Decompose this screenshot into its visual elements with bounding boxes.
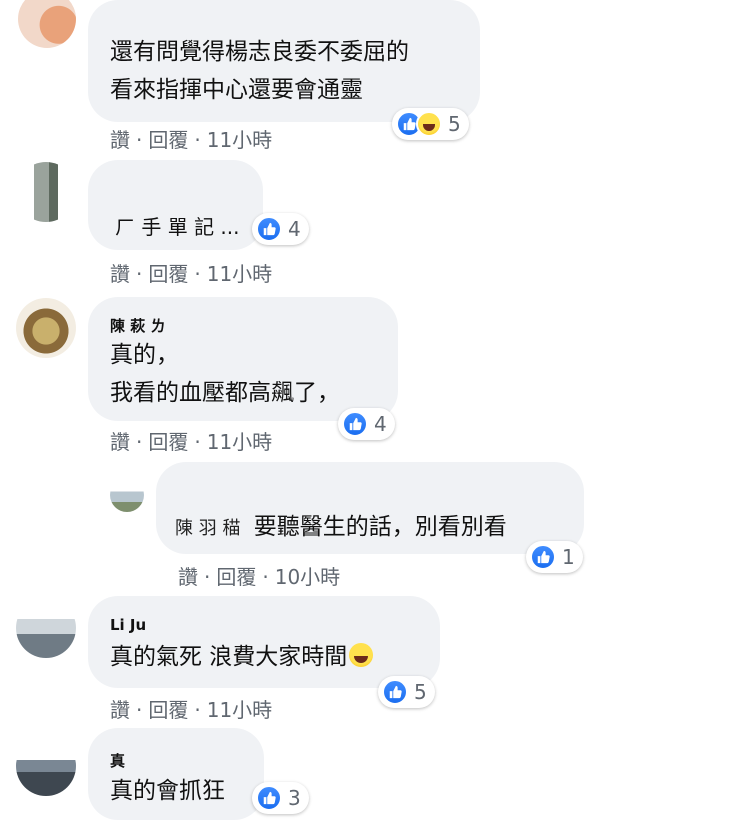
reply-link[interactable]: 回覆 [148,698,188,722]
separator-dot: · [204,565,211,589]
reaction-summary[interactable]: 5 [378,676,435,708]
like-link[interactable]: 讚 [110,262,130,286]
separator-dot: · [136,262,143,286]
comment-text-line: 陳 羽 䅦 要聽醫生的話，別看別看 [175,508,507,548]
tears-of-joy-emoji-icon [349,643,374,667]
separator-dot: · [194,262,201,286]
separator-dot: · [194,430,201,454]
timestamp[interactable]: 11小時 [207,430,272,454]
avatar[interactable] [16,598,76,658]
reply-text: 要聽醫生的話，別看別看 [253,514,507,540]
reaction-count: 4 [374,412,387,436]
comment-actions: 讚 · 回覆 · 11小時 [110,426,272,455]
reaction-count: 5 [414,680,427,704]
timestamp[interactable]: 11小時 [207,262,272,286]
reply-link[interactable]: 回覆 [148,262,188,286]
comment-text-line: ㄏ 手 單 記 ... [115,215,240,239]
timestamp[interactable]: 11小時 [207,698,272,722]
reaction-count: 1 [562,545,575,569]
comment-text-line: 真的氣死 浪費大家時間 [110,638,374,676]
separator-dot: · [136,430,143,454]
comment-actions: 讚 · 回覆 · 11小時 [110,258,272,287]
avatar[interactable] [18,0,76,48]
like-link[interactable]: 讚 [110,128,130,152]
like-link[interactable]: 讚 [110,430,130,454]
avatar[interactable] [16,736,76,796]
commenter-name[interactable]: 陳 萩 ㄌ [110,315,165,336]
reaction-summary[interactable]: 5 [392,108,469,140]
separator-dot: · [136,128,143,152]
avatar[interactable] [16,162,76,222]
reaction-summary[interactable]: 4 [338,408,395,440]
mentioned-name[interactable]: 陳 羽 䅦 [175,518,240,539]
thumbs-up-icon [342,411,368,437]
comment-actions: 讚 · 回覆 · 11小時 [110,124,272,153]
reaction-summary[interactable]: 3 [252,782,309,814]
comment-actions: 讚 · 回覆 · 11小時 [110,694,272,723]
thumbs-up-icon [382,679,408,705]
timestamp[interactable]: 11小時 [207,128,272,152]
reply-link[interactable]: 回覆 [148,430,188,454]
avatar[interactable] [16,298,76,358]
like-link[interactable]: 讚 [178,565,198,589]
comment-text-line: 還有問覺得楊志良委不委屈的 [110,39,409,65]
comment-text: 真的氣死 浪費大家時間 [110,644,348,670]
reply-link[interactable]: 回覆 [216,565,256,589]
commenter-name[interactable]: Li Ju [110,616,146,634]
comment-text-line: 真的， [110,342,179,368]
reaction-count: 5 [448,112,461,136]
timestamp[interactable]: 10小時 [275,565,340,589]
reaction-summary[interactable]: 1 [526,541,583,573]
thumbs-up-icon [256,785,282,811]
avatar[interactable] [110,478,144,512]
comment-text-line: 我看的血壓都高飆了， [110,380,340,406]
laughing-emoji-icon [416,111,442,137]
separator-dot: · [262,565,269,589]
reaction-count: 4 [288,217,301,241]
reply-link[interactable]: 回覆 [148,128,188,152]
thumbs-up-icon [256,216,282,242]
separator-dot: · [136,698,143,722]
comment-actions: 讚 · 回覆 · 10小時 [178,561,340,590]
comment-text-line: 真的會抓狂 [110,778,225,804]
like-link[interactable]: 讚 [110,698,130,722]
thumbs-up-icon [530,544,556,570]
commenter-name[interactable]: 真 [110,750,125,771]
comment-text-line: 看來指揮中心還要會通靈 [110,77,363,103]
separator-dot: · [194,128,201,152]
reaction-count: 3 [288,786,301,810]
reaction-summary[interactable]: 4 [252,213,309,245]
separator-dot: · [194,698,201,722]
